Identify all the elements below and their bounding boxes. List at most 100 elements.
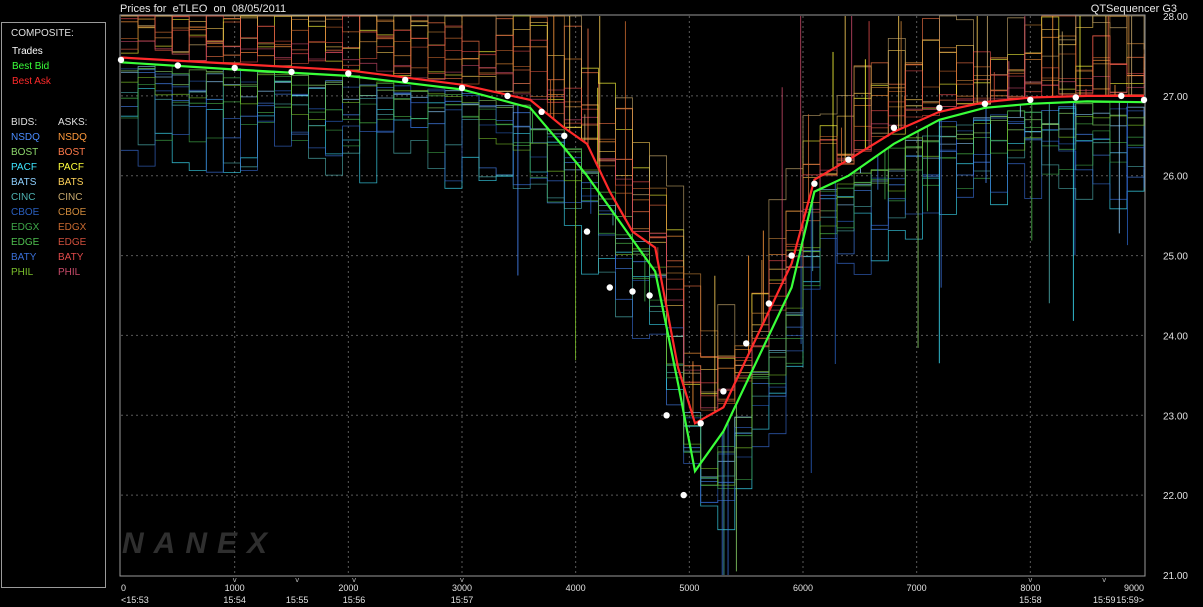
x-tick-label: 3000: [452, 583, 472, 593]
legend-ask-bats: BATS: [58, 177, 84, 188]
time-tick-marker: v: [295, 576, 299, 584]
time-tick-label: 15:54: [223, 595, 246, 605]
y-tick-label: 22.00: [1163, 491, 1188, 502]
trade-point: [646, 292, 653, 299]
trade-point: [845, 156, 852, 163]
x-tick-label: 8000: [1020, 583, 1040, 593]
legend-bid-baty: BATY: [11, 252, 37, 263]
legend-composite-header: COMPOSITE:: [11, 28, 74, 39]
trade-point: [1118, 92, 1125, 100]
legend-bid-bost: BOST: [11, 147, 39, 158]
legend-bid-pacf: PACF: [11, 162, 37, 173]
y-tick-label: 21.00: [1163, 571, 1188, 582]
time-tick-marker: v: [352, 576, 356, 584]
time-tick-label: 15:59>: [1116, 595, 1144, 605]
legend-bids-header: BIDS:: [11, 117, 38, 128]
legend-bid-edge: EDGE: [11, 237, 40, 248]
time-tick-marker: v: [1102, 576, 1106, 584]
trade-point: [117, 56, 125, 64]
legend-ask-edge: EDGE: [58, 237, 87, 248]
y-tick-label: 23.00: [1163, 411, 1188, 422]
legend-ask-cinc: CINC: [58, 192, 83, 203]
legend-row-baty: BATY BATY: [2, 252, 105, 267]
x-tick-label: 1000: [225, 583, 245, 593]
trade-point: [811, 180, 818, 187]
trade-point: [743, 340, 750, 347]
legend-bid-phil: PHIL: [11, 267, 34, 278]
trade-point: [504, 92, 511, 100]
time-tick-label: <15:53: [121, 595, 149, 605]
title-bar: Prices for eTLEO on 08/05/2011 QTSequenc…: [0, 0, 1203, 16]
time-tick-marker: v: [1028, 576, 1032, 584]
trade-point: [583, 228, 591, 235]
x-tick-label: 0: [121, 583, 126, 593]
x-tick-label: 4000: [566, 583, 586, 593]
legend-best-bid: Best Bid: [12, 61, 50, 72]
trade-point: [1072, 94, 1080, 101]
trade-point: [629, 288, 636, 295]
time-tick-label: 15:55: [286, 595, 309, 605]
trade-point: [981, 100, 989, 108]
legend-row-cboe: CBOE CBOE: [2, 207, 105, 222]
legend-row-edgx: EDGX EDGX: [2, 222, 105, 237]
x-tick-label: 9000: [1124, 583, 1144, 593]
y-tick-label: 25.00: [1163, 252, 1188, 263]
trade-point: [697, 420, 704, 427]
legend-row-bats: BATS BATS: [2, 177, 105, 192]
y-tick-label: 27.00: [1163, 92, 1188, 103]
legend-ask-baty: BATY: [58, 252, 84, 263]
legend-best-ask: Best Ask: [12, 76, 51, 87]
trade-point: [680, 491, 687, 499]
legend-trades: Trades: [12, 46, 43, 57]
trade-point: [402, 76, 409, 84]
price-chart: 21.0022.0023.0024.0025.0026.0027.0028.00…: [117, 12, 1188, 605]
trade-point: [345, 70, 352, 77]
time-tick-label: 15:58: [1019, 595, 1042, 605]
chart-title: Prices for eTLEO on 08/05/2011: [120, 3, 287, 15]
x-tick-label: 5000: [679, 583, 699, 593]
legend-ask-pacf: PACF: [58, 162, 84, 173]
x-tick-label: 7000: [907, 583, 927, 593]
time-tick-marker: v: [233, 576, 237, 584]
trade-point: [606, 284, 613, 291]
legend-row-pacf: PACF PACF: [2, 162, 105, 177]
trade-point: [1027, 96, 1034, 104]
legend-bid-cboe: CBOE: [11, 207, 40, 218]
y-tick-label: 24.00: [1163, 331, 1188, 342]
y-axis-labels: 21.0022.0023.0024.0025.0026.0027.0028.00: [1163, 12, 1188, 582]
trade-point: [231, 64, 238, 72]
y-tick-label: 26.00: [1163, 172, 1188, 183]
legend-row-cinc: CINC CINC: [2, 192, 105, 207]
x-tick-label: 2000: [338, 583, 358, 593]
trade-point: [1140, 96, 1148, 104]
x-tick-label: 6000: [793, 583, 813, 593]
legend-bid-cinc: CINC: [11, 192, 36, 203]
legend-row-phil: PHIL PHIL: [2, 267, 105, 282]
app-brand: QTSequencer G3: [1090, 3, 1177, 15]
trade-point: [561, 132, 568, 139]
legend-bid-bats: BATS: [11, 177, 37, 188]
trade-point: [788, 252, 795, 259]
legend-bid-nsdq: NSDQ: [11, 132, 40, 143]
trade-point: [890, 124, 898, 131]
time-tick-label: 15:57: [451, 595, 474, 605]
legend-asks-header: ASKS:: [58, 117, 88, 128]
legend-panel: COMPOSITE: Trades Best Bid Best Ask BIDS…: [1, 22, 106, 588]
x-axis-labels: 0 1000 2000 3000 4000 5000 6000 7000 8000 9000 <15…: [121, 576, 1144, 605]
trade-point: [538, 108, 545, 116]
trade-point: [663, 412, 670, 419]
time-tick-marker: v: [460, 576, 464, 584]
legend-bid-edgx: EDGX: [11, 222, 40, 233]
legend-ask-cboe: CBOE: [58, 207, 87, 218]
legend-ask-nsdq: NSDQ: [58, 132, 87, 143]
trade-point: [936, 104, 943, 112]
legend-row-nsdq: NSDQ NSDQ: [2, 132, 105, 147]
trade-point: [288, 68, 295, 76]
legend-ask-edgx: EDGX: [58, 222, 87, 233]
trade-point: [765, 300, 773, 307]
trade-point: [174, 62, 181, 69]
trade-point: [720, 388, 727, 395]
trade-point: [458, 84, 466, 92]
legend-ask-phil: PHIL: [58, 267, 81, 278]
watermark-logo: NANEX: [122, 527, 278, 560]
